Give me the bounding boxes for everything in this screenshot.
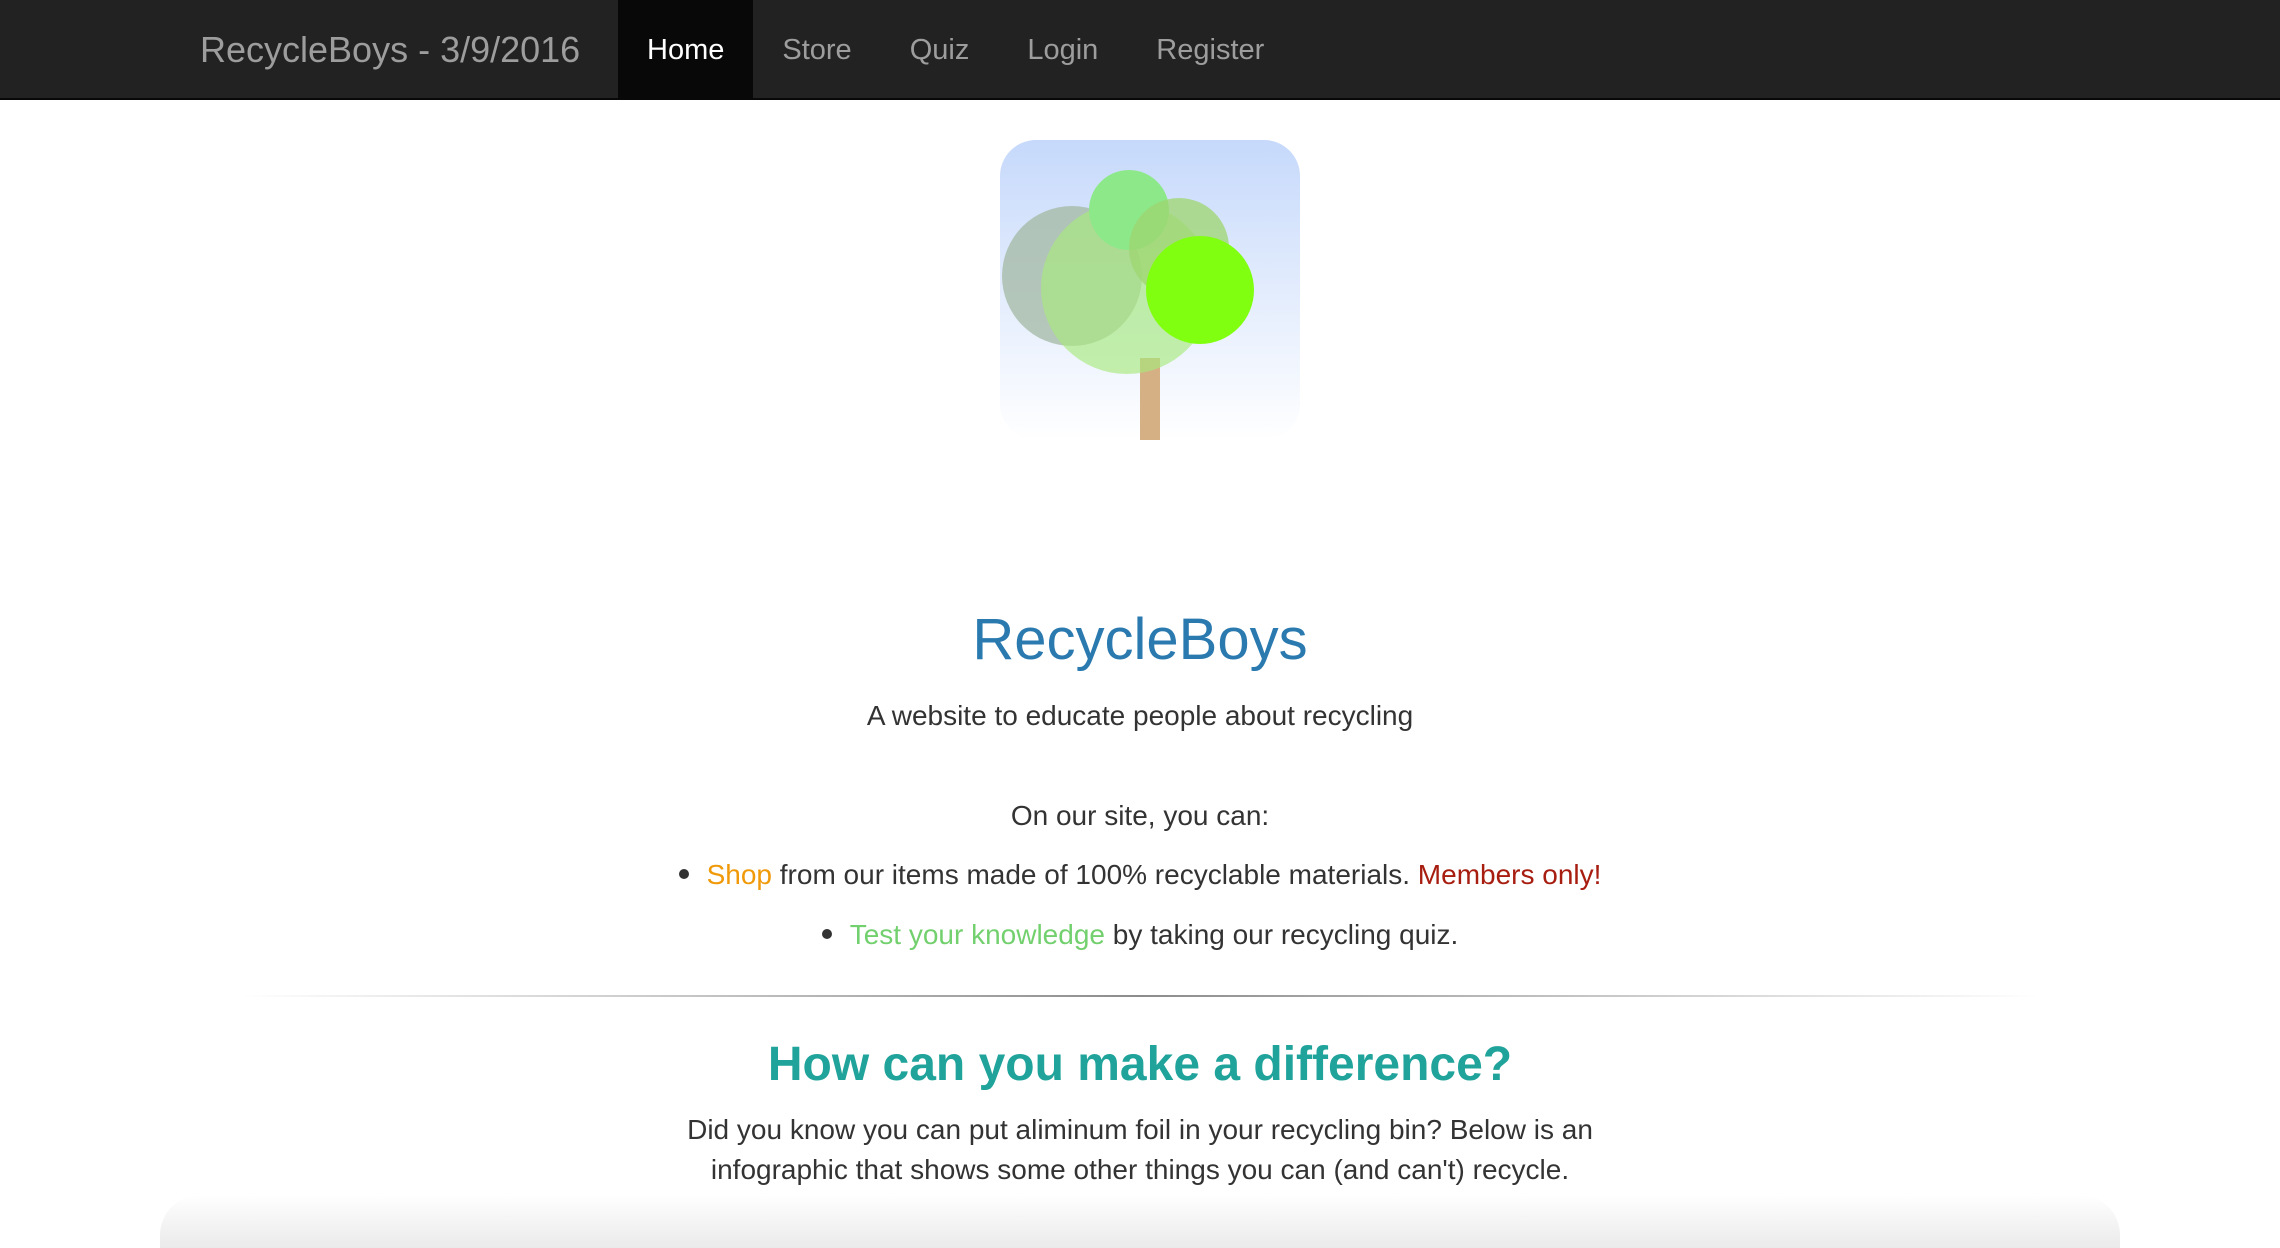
section-title: How can you make a difference? — [767, 1038, 1513, 1091]
feature-list: Shop from our items made of 100% recycla… — [0, 855, 2280, 975]
nav-item-home[interactable]: Home — [618, 0, 754, 100]
nav-item-store[interactable]: Store — [753, 0, 880, 100]
feature-text: by taking our recycling quiz. — [1104, 919, 1459, 950]
navbar: RecycleBoys - 3/9/2016 Home Store Quiz L… — [0, 0, 2280, 100]
nav-menu: Home Store Quiz Login Register — [618, 0, 1293, 100]
intro-text: On our site, you can: — [1010, 800, 1270, 831]
shop-link[interactable]: Shop — [707, 859, 772, 890]
bullet-icon — [678, 868, 689, 879]
members-only-note: Members only! — [1417, 859, 1602, 890]
infographic-preview — [160, 1195, 2120, 1248]
divider — [240, 995, 2040, 997]
brand-link[interactable]: RecycleBoys - 3/9/2016 — [200, 0, 580, 100]
quiz-link[interactable]: Test your knowledge — [850, 919, 1105, 950]
feature-text: from our items made of 100% recyclable m… — [771, 859, 1418, 890]
section-text: Did you know you can put aliminum foil i… — [687, 1114, 1593, 1185]
tree-icon — [1000, 140, 1300, 440]
bullet-icon — [821, 928, 832, 939]
nav-item-quiz[interactable]: Quiz — [881, 0, 999, 100]
list-item: Shop from our items made of 100% recycla… — [0, 855, 2280, 915]
page-title: RecycleBoys — [972, 607, 1308, 672]
nav-item-register[interactable]: Register — [1127, 0, 1293, 100]
list-item: Test your knowledge by taking our recycl… — [0, 915, 2280, 975]
nav-item-login[interactable]: Login — [998, 0, 1127, 100]
page-subtitle: A website to educate people about recycl… — [866, 700, 1414, 731]
